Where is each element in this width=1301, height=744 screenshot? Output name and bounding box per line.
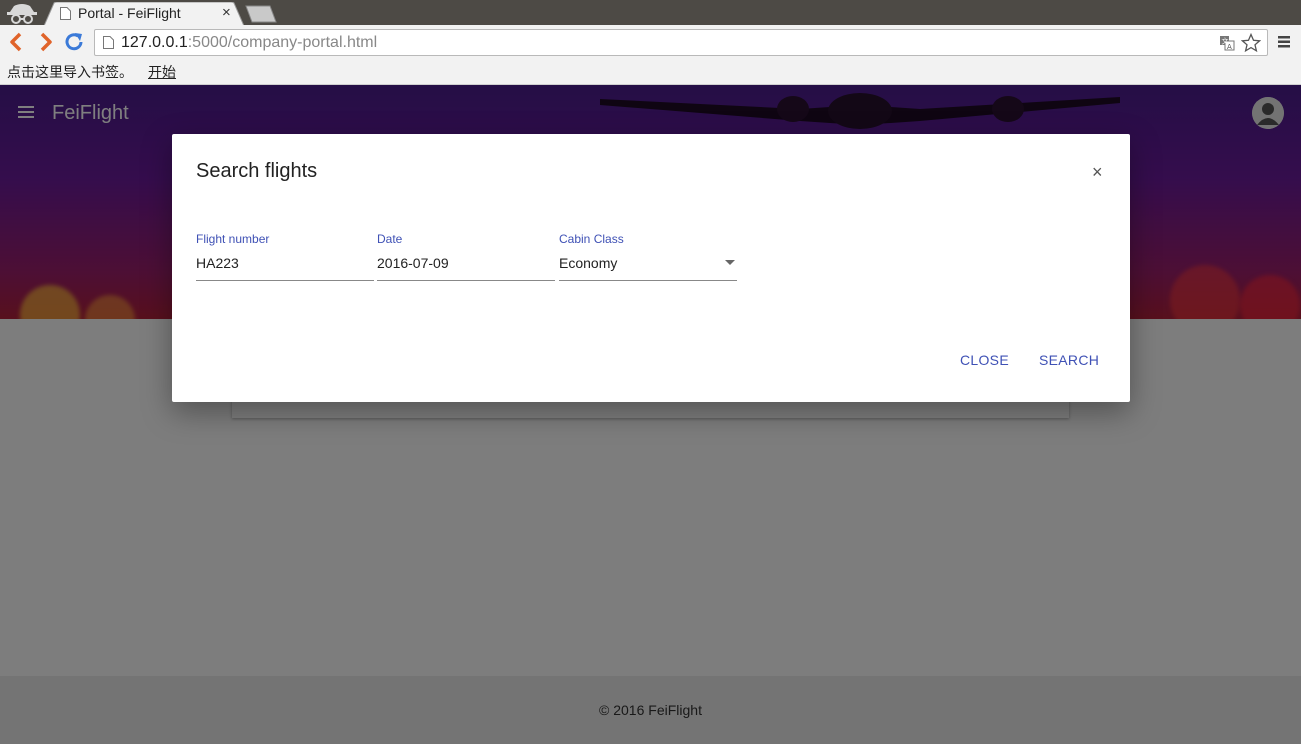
search-flights-dialog: Search flights × Flight number Date Cabi… bbox=[172, 134, 1130, 402]
tab-title: Portal - FeiFlight bbox=[78, 5, 181, 21]
browser-toolbar: 127.0.0.1:5000/company-portal.html 文 A bbox=[0, 25, 1301, 60]
field-underline bbox=[377, 280, 555, 281]
url-text: 127.0.0.1:5000/company-portal.html bbox=[121, 34, 377, 52]
close-button[interactable]: CLOSE bbox=[960, 352, 1009, 368]
address-bar[interactable]: 127.0.0.1:5000/company-portal.html 文 A bbox=[94, 29, 1268, 56]
date-input[interactable] bbox=[377, 255, 547, 271]
bookmark-star-icon[interactable] bbox=[1240, 32, 1262, 53]
translate-icon[interactable]: 文 A bbox=[1219, 35, 1235, 51]
bookmarks-import-prompt: 点击这里导入书签。 bbox=[7, 64, 133, 80]
field-underline bbox=[196, 280, 374, 281]
flight-number-field: Flight number bbox=[196, 232, 374, 284]
reload-icon[interactable] bbox=[63, 31, 85, 53]
cabin-class-field[interactable]: Cabin Class Economy bbox=[559, 232, 737, 284]
date-field: Date bbox=[377, 232, 555, 284]
field-underline bbox=[559, 280, 737, 281]
tab-close-icon[interactable]: × bbox=[222, 4, 231, 22]
tab-portal[interactable]: Portal - FeiFlight × bbox=[44, 2, 244, 26]
dropdown-arrow-icon[interactable] bbox=[725, 260, 735, 265]
url-path: :5000/company-portal.html bbox=[187, 34, 378, 51]
cabin-class-label: Cabin Class bbox=[559, 232, 624, 246]
new-tab-button[interactable] bbox=[244, 5, 278, 23]
svg-text:A: A bbox=[1227, 43, 1232, 51]
back-arrow-icon[interactable] bbox=[6, 31, 28, 53]
flight-number-input[interactable] bbox=[196, 255, 366, 271]
date-label: Date bbox=[377, 232, 403, 246]
dialog-title: Search flights bbox=[196, 160, 318, 182]
url-host: 127.0.0.1 bbox=[121, 34, 188, 51]
page: FeiFlight © 2016 FeiFlight Search flight… bbox=[0, 85, 1301, 744]
bookmarks-import-link[interactable]: 开始 bbox=[148, 62, 176, 82]
incognito-icon bbox=[4, 0, 40, 25]
forward-arrow-icon[interactable] bbox=[34, 31, 56, 53]
flight-number-label: Flight number bbox=[196, 232, 270, 246]
browser-menu-icon[interactable] bbox=[1277, 35, 1291, 49]
bookmarks-bar: 点击这里导入书签。 开始 bbox=[0, 60, 1301, 85]
cabin-class-select[interactable]: Economy bbox=[559, 255, 729, 271]
page-icon bbox=[103, 36, 114, 49]
page-icon bbox=[60, 7, 71, 20]
search-button[interactable]: SEARCH bbox=[1039, 352, 1099, 368]
dialog-close-icon[interactable]: × bbox=[1092, 162, 1103, 183]
browser-tab-strip: Portal - FeiFlight × bbox=[0, 0, 1301, 26]
